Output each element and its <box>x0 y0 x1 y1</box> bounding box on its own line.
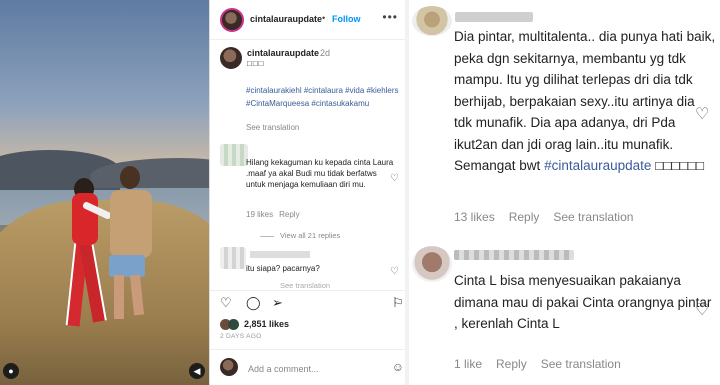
blurred-username <box>455 12 533 22</box>
blurred-username <box>250 251 310 258</box>
avatar <box>412 246 452 282</box>
user-tag-icon[interactable]: ● <box>3 363 19 379</box>
add-comment-input[interactable]: Add a comment... <box>248 364 319 374</box>
heart-icon[interactable]: ♡ <box>695 300 709 320</box>
zoomed-comments-panel: Dia pintar, multitalenta.. dia punya hat… <box>409 0 720 385</box>
caption-username[interactable]: cintalauraupdate <box>247 48 319 58</box>
view-replies-link[interactable]: View all 21 replies <box>260 231 340 240</box>
caption-time: 2d <box>320 48 331 58</box>
mute-icon[interactable]: ◀ <box>189 363 205 379</box>
comment-meta: 1 like Reply See translation <box>454 357 635 371</box>
username-link[interactable]: cintalauraupdate <box>250 14 322 24</box>
avatar <box>220 358 238 376</box>
reply-button[interactable]: Reply <box>509 210 540 224</box>
post-actions: ♡ ◯ ➢ ⚐ 2,851 likes 2 DAYS AGO Add a com… <box>210 290 410 380</box>
heart-icon[interactable]: ♡ <box>695 104 709 124</box>
grass-hill <box>0 200 209 385</box>
avatar[interactable] <box>220 8 244 32</box>
reply-button[interactable]: Reply <box>496 357 527 371</box>
comment-likes[interactable]: 1 like <box>454 357 482 371</box>
separator-dot: • <box>322 13 326 23</box>
man-figure <box>110 190 152 258</box>
caption-hashtags[interactable]: #cintalaurakiehl #cintalaura #vida #kieh… <box>246 84 406 110</box>
comment-likes[interactable]: 13 likes <box>454 210 495 224</box>
heart-icon[interactable]: ♡ <box>390 173 399 184</box>
post-panel: cintalauraupdate • Follow ••• cintalaura… <box>209 0 410 385</box>
comment-emoji: □□□□□□ <box>655 158 705 173</box>
comment-meta: 13 likes Reply See translation <box>454 210 647 224</box>
see-translation-link[interactable]: See translation <box>280 281 330 290</box>
comment-text: Cinta L bisa menyesuaikan pakaianya dima… <box>454 273 712 331</box>
share-icon[interactable]: ➢ <box>272 295 283 311</box>
avatar[interactable] <box>220 47 242 69</box>
comment-icon[interactable]: ◯ <box>246 295 261 311</box>
comment-meta: 19 likes Reply <box>246 210 300 219</box>
follow-button[interactable]: Follow <box>332 14 361 24</box>
comment-body: Dia pintar, multitalenta.. dia punya hat… <box>454 29 716 173</box>
blurred-avatar <box>220 247 246 269</box>
more-options-icon[interactable]: ••• <box>382 10 398 24</box>
reply-button[interactable]: Reply <box>279 210 299 219</box>
blurred-avatar <box>220 144 248 166</box>
comment-likes[interactable]: 19 likes <box>246 210 273 219</box>
man-figure <box>114 275 124 319</box>
blurred-username <box>454 250 574 260</box>
comment-text: itu siapa? pacarnya? <box>246 264 320 273</box>
see-translation-link[interactable]: See translation <box>541 357 621 371</box>
comment-hashtag[interactable]: #cintalauraupdate <box>544 158 651 173</box>
comment-text: Dia pintar, multitalenta.. dia punya hat… <box>454 26 716 177</box>
caption-emoji: □□□ <box>247 59 265 68</box>
man-figure <box>120 166 140 189</box>
liker-avatar <box>228 319 239 330</box>
avatar <box>412 6 452 36</box>
heart-icon[interactable]: ♡ <box>220 295 232 311</box>
post-header: cintalauraupdate • Follow ••• <box>210 0 410 40</box>
likes-count[interactable]: 2,851 likes <box>244 319 289 329</box>
heart-icon[interactable]: ♡ <box>390 266 399 277</box>
bookmark-icon[interactable]: ⚐ <box>392 295 404 311</box>
post-photo[interactable]: ● ◀ <box>0 0 209 385</box>
see-translation-link[interactable]: See translation <box>553 210 633 224</box>
emoji-icon[interactable]: ☺ <box>392 360 404 374</box>
see-translation-link[interactable]: See translation <box>246 123 299 132</box>
add-comment-row: Add a comment... ☺ <box>210 349 410 379</box>
comment-text: Hilang kekaguman ku kepada cinta Laura .… <box>246 158 394 189</box>
post-age: 2 DAYS AGO <box>220 333 262 340</box>
